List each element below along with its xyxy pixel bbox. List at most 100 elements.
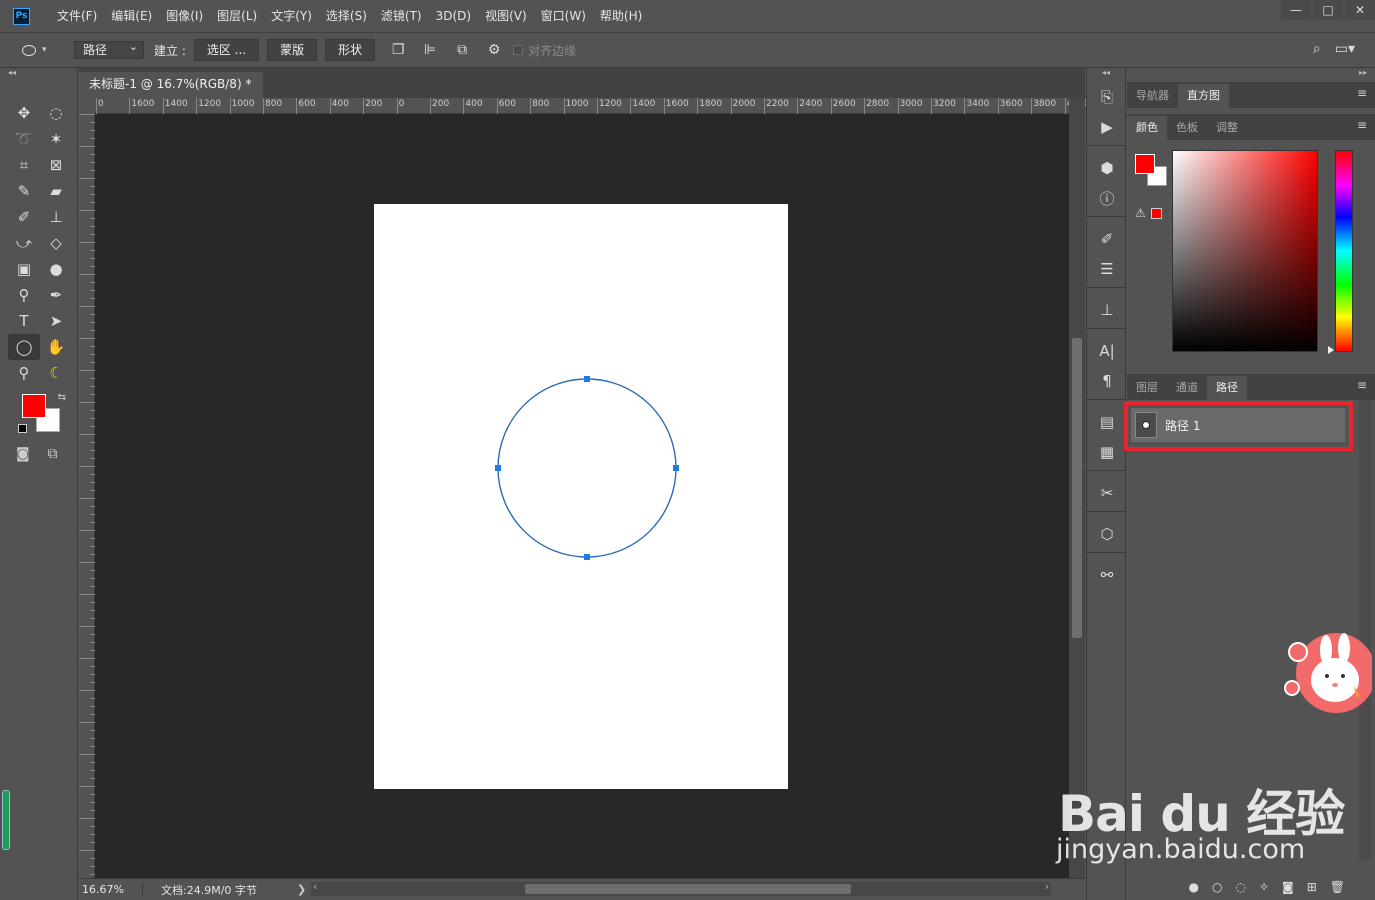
hand-tool-icon[interactable]: ✋	[40, 334, 72, 360]
ellipse-path[interactable]	[374, 204, 788, 789]
actions-play-icon[interactable]: ▶	[1087, 112, 1127, 142]
path-select-icon[interactable]: ➤	[40, 308, 72, 334]
libraries-icon[interactable]: ⚯	[1087, 560, 1127, 590]
gear-icon[interactable]: ⚙	[485, 41, 503, 59]
align-edges-checkbox[interactable]: 对齐边缘	[513, 42, 576, 59]
tab-swatches[interactable]: 色板	[1167, 116, 1207, 140]
zoom-level[interactable]: 16.67%	[79, 883, 143, 896]
tools-x-icon[interactable]: ✂	[1087, 478, 1127, 508]
pen-tool-icon[interactable]: ✒	[40, 282, 72, 308]
3d-icon[interactable]: ⬢	[1087, 153, 1127, 183]
screen-mode-icon[interactable]: ⧉	[48, 446, 58, 462]
marquee-tool-icon[interactable]: ◌	[40, 100, 72, 126]
path-arrangement-icon[interactable]: ⧉	[453, 41, 471, 59]
swap-colors-icon[interactable]: ⇆	[58, 392, 66, 403]
close-button[interactable]: ✕	[1345, 0, 1375, 20]
menu-filter[interactable]: 滤镜(T)	[374, 0, 429, 32]
vertical-ruler[interactable]	[79, 114, 95, 878]
hue-slider[interactable]	[1335, 150, 1353, 352]
menu-view[interactable]: 视图(V)	[478, 0, 534, 32]
trash-icon[interactable]: 🗑	[1330, 880, 1345, 894]
hue-slider-handle[interactable]	[1328, 346, 1334, 354]
foreground-color-swatch[interactable]	[1135, 154, 1155, 174]
panel-menu-icon[interactable]: ≡	[1357, 378, 1367, 392]
foreground-color-swatch[interactable]	[22, 394, 46, 418]
stroke-path-icon[interactable]: ○	[1212, 880, 1222, 894]
panel-menu-icon[interactable]: ≡	[1357, 86, 1367, 100]
minimize-button[interactable]: —	[1281, 0, 1311, 20]
color-swatches[interactable]: ⇆	[18, 392, 66, 440]
restore-button[interactable]: □	[1313, 0, 1343, 20]
gradient-tool-icon[interactable]: ▣	[8, 256, 40, 282]
menu-help[interactable]: 帮助(H)	[593, 0, 649, 32]
brush-tool-icon[interactable]: ✐	[8, 204, 40, 230]
horizontal-scrollbar[interactable]: ‹ ›	[311, 880, 1051, 896]
tab-paths[interactable]: 路径	[1207, 376, 1247, 400]
new-path-icon[interactable]: ⊞	[1307, 880, 1317, 894]
make-mask-button[interactable]: 蒙版	[267, 39, 318, 61]
tab-layers[interactable]: 图层	[1127, 376, 1167, 400]
healing-brush-icon[interactable]: ▰	[40, 178, 72, 204]
crop-tool-icon[interactable]: ⌗	[8, 152, 40, 178]
tool-preset-picker[interactable]: ▾	[22, 44, 62, 56]
add-mask-icon[interactable]: ◙	[1282, 880, 1294, 894]
magic-wand-icon[interactable]: ✶	[40, 126, 72, 152]
lasso-tool-icon[interactable]: ➰	[8, 126, 40, 152]
status-menu-arrow-icon[interactable]: ❯	[297, 883, 306, 896]
horizontal-ruler[interactable]: 0 1600 1400 1200 1000 800 600 400 200 0 200 400 600 8…	[94, 98, 1090, 114]
adjustments-icon[interactable]: ☰	[1087, 254, 1127, 284]
ellipse-path-outline[interactable]	[497, 378, 677, 558]
path-operations-icon[interactable]: ❐	[389, 41, 407, 59]
tab-color[interactable]: 颜色	[1127, 116, 1167, 140]
menu-file[interactable]: 文件(F)	[50, 0, 104, 32]
path-alignment-icon[interactable]: ⊫	[421, 41, 439, 59]
canvas-area[interactable]	[95, 114, 1069, 878]
info-icon[interactable]: ⓘ	[1087, 183, 1127, 213]
character-icon[interactable]: A|	[1087, 336, 1127, 366]
anchor-point-top[interactable]	[584, 376, 590, 382]
tab-channels[interactable]: 通道	[1167, 376, 1207, 400]
scroll-right-icon[interactable]: ›	[1045, 880, 1049, 893]
brush-settings-icon[interactable]: ✐	[1087, 224, 1127, 254]
menu-image[interactable]: 图像(I)	[159, 0, 210, 32]
make-selection-button[interactable]: 选区 ...	[193, 39, 260, 61]
document-tab[interactable]: 未标题-1 @ 16.7%(RGB/8) * ✕	[79, 72, 263, 115]
properties-icon[interactable]: ▤	[1087, 407, 1127, 437]
move-tool-icon[interactable]: ✥	[8, 100, 40, 126]
expand-icon[interactable]: ▸▸	[1127, 68, 1375, 82]
gamut-swatch[interactable]	[1151, 208, 1162, 219]
default-colors-icon[interactable]	[18, 424, 27, 433]
tab-navigator[interactable]: 导航器	[1127, 84, 1178, 108]
collapse-icon[interactable]: ◂◂	[0, 68, 77, 80]
zoom-tool-icon[interactable]: ⚲	[8, 360, 40, 386]
anchor-point-bottom[interactable]	[584, 554, 590, 560]
frame-tool-icon[interactable]: ⊠	[40, 152, 72, 178]
search-icon[interactable]: ⌕	[1313, 41, 1321, 57]
menu-window[interactable]: 窗口(W)	[534, 0, 593, 32]
dodge-tool-icon[interactable]: ⚲	[8, 282, 40, 308]
tab-adjustments[interactable]: 调整	[1207, 116, 1247, 140]
collapse-icon[interactable]: ◂◂	[1087, 68, 1125, 82]
eyedropper-icon[interactable]: ✎	[8, 178, 40, 204]
make-work-path-icon[interactable]: ✧	[1259, 880, 1269, 894]
stamp-tool-icon[interactable]: ⊥	[40, 204, 72, 230]
load-selection-icon[interactable]: ◌	[1236, 880, 1246, 894]
menu-3d[interactable]: 3D(D)	[429, 0, 478, 32]
tab-histogram[interactable]: 直方图	[1178, 84, 1229, 108]
history-brush-icon[interactable]: ⤻	[8, 230, 40, 256]
make-shape-button[interactable]: 形状	[325, 39, 376, 61]
history-icon[interactable]: ⎘	[1087, 82, 1127, 112]
workspace-icon[interactable]: ▭▾	[1335, 41, 1355, 57]
color-field[interactable]	[1172, 150, 1318, 352]
blur-tool-icon[interactable]: ●	[40, 256, 72, 282]
paragraph-icon[interactable]: ¶	[1087, 366, 1127, 396]
ellipse-tool-icon[interactable]: ◯	[8, 334, 40, 360]
fill-path-icon[interactable]: ●	[1189, 880, 1199, 894]
quick-mask-icon[interactable]: ◙	[16, 446, 30, 462]
eraser-tool-icon[interactable]: ◇	[40, 230, 72, 256]
anchor-point-left[interactable]	[495, 465, 501, 471]
cube-icon[interactable]: ⬡	[1087, 519, 1127, 549]
menu-layer[interactable]: 图层(L)	[210, 0, 264, 32]
vertical-scroll-thumb[interactable]	[1072, 338, 1082, 638]
scroll-left-icon[interactable]: ‹	[313, 880, 317, 893]
